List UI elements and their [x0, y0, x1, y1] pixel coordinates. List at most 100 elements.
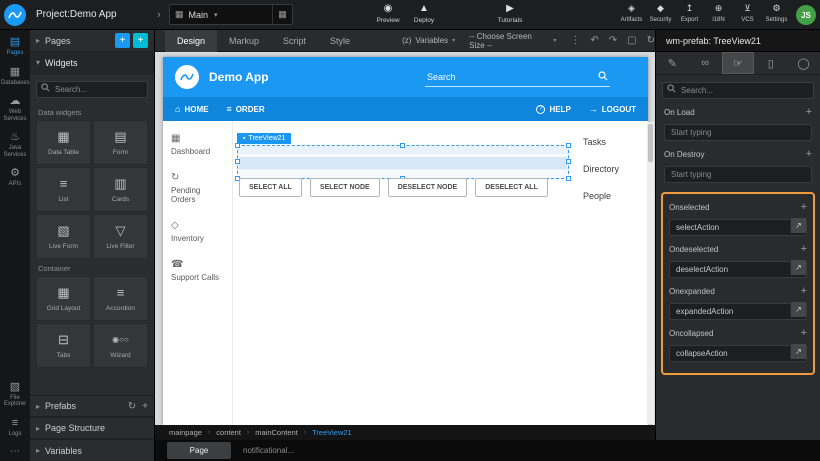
nav-help[interactable]: ? HELP — [536, 104, 570, 114]
sidebar-item-pages[interactable]: ▤ Pages — [0, 36, 30, 57]
widget-search-input[interactable] — [36, 81, 148, 98]
settings-button[interactable]: ⚙ Settings — [763, 2, 790, 23]
vcs-button[interactable]: ⊻ VCS — [734, 2, 761, 23]
pages-grid-icon[interactable]: ▦ — [272, 5, 292, 24]
nav-order[interactable]: ≡ ORDER — [226, 104, 264, 114]
widget-tile-grid-layout[interactable]: ▦ Grid Layout — [36, 276, 91, 321]
select-all-button[interactable]: SELECT ALL — [239, 178, 302, 197]
resize-handle[interactable] — [566, 143, 571, 148]
security-button[interactable]: ◆ Security — [647, 2, 674, 23]
widget-tile-form[interactable]: ▤ Form — [93, 120, 148, 165]
breadcrumb-content[interactable]: content — [216, 428, 241, 437]
app-search-input[interactable] — [425, 69, 610, 87]
tab-styles[interactable]: ✎ — [656, 52, 689, 74]
open-action-dialog-icon[interactable]: ↗ — [790, 260, 806, 275]
link-tasks[interactable]: Tasks — [583, 137, 619, 147]
deploy-button[interactable]: ▲ Deploy — [404, 2, 444, 24]
more-options-icon[interactable]: ⋯ — [10, 446, 20, 457]
selected-widget-tag[interactable]: ▪ TreeView21 — [237, 133, 291, 144]
resize-handle[interactable] — [235, 159, 240, 164]
sidebar-item-logs[interactable]: ≡ Logs — [0, 417, 30, 438]
add-ondeselected-action-icon[interactable]: + — [801, 243, 807, 255]
ondeselected-action-input[interactable] — [669, 261, 807, 278]
widget-tile-live-form[interactable]: ▧ Live Form — [36, 214, 91, 259]
undo-icon[interactable]: ↶ — [590, 35, 598, 46]
tutorials-button[interactable]: ▶ Tutorials — [490, 2, 530, 24]
tab-devices[interactable]: ▯ — [754, 52, 787, 74]
deselect-node-button[interactable]: DESELECT NODE — [388, 178, 468, 197]
i18n-button[interactable]: ⊕ i18N — [705, 2, 732, 23]
nav-home[interactable]: ⌂ HOME — [175, 104, 208, 114]
onselected-action-input[interactable] — [669, 219, 807, 236]
widget-tile-cards[interactable]: ▥ Cards — [93, 167, 148, 212]
search-icon[interactable] — [598, 71, 608, 81]
events-search-input[interactable] — [662, 82, 814, 99]
sidebar-item-apis[interactable]: ⚙ APIs — [0, 167, 30, 188]
oncollapsed-action-input[interactable] — [669, 345, 807, 362]
onload-action-input[interactable] — [664, 124, 812, 141]
tab-bindings[interactable]: ∞ — [689, 52, 722, 74]
open-action-dialog-icon[interactable]: ↗ — [790, 302, 806, 317]
device-preview-icon[interactable]: ▢ — [627, 35, 636, 46]
breadcrumb-mainpage[interactable]: mainpage — [169, 428, 202, 437]
refresh-canvas-icon[interactable]: ↻ — [647, 35, 655, 46]
tab-events[interactable]: ☞ — [722, 52, 755, 74]
sidebar-item-web-services[interactable]: ☁ Web Services — [0, 95, 30, 122]
ondestroy-action-input[interactable] — [664, 166, 812, 183]
resize-handle[interactable] — [566, 159, 571, 164]
widget-tile-wizard[interactable]: ◉○○ Wizard — [93, 323, 148, 368]
add-partial-button[interactable]: + — [133, 33, 148, 48]
sidebar-item-java-services[interactable]: ♨ Java Services — [0, 131, 30, 158]
screen-size-dropdown[interactable]: -- Choose Screen Size -- ▾ — [469, 32, 556, 50]
resize-handle[interactable] — [400, 143, 405, 148]
sidebar-item-databases[interactable]: ▦ Databases — [0, 66, 30, 87]
scrollbar-thumb[interactable] — [648, 124, 653, 162]
prefabs-section-header[interactable]: ▸ Prefabs ↻ + — [30, 395, 154, 417]
link-directory[interactable]: Directory — [583, 164, 619, 174]
open-action-dialog-icon[interactable]: ↗ — [790, 218, 806, 233]
wavemaker-logo[interactable] — [4, 4, 26, 26]
link-people[interactable]: People — [583, 191, 619, 201]
pages-section-header[interactable]: ▸ Pages + + — [30, 30, 154, 52]
variables-dropdown[interactable]: (z) Variables ▾ — [402, 36, 455, 45]
deselect-all-button[interactable]: DESELECT ALL — [475, 178, 548, 197]
add-prefab-icon[interactable]: + — [142, 401, 148, 412]
artifacts-button[interactable]: ◈ Artifacts — [618, 2, 645, 23]
export-button[interactable]: ↥ Export — [676, 2, 703, 23]
nav-logout[interactable]: → LOGOUT — [589, 104, 636, 114]
add-oncollapsed-action-icon[interactable]: + — [801, 327, 807, 339]
widget-tile-data-table[interactable]: ▦ Data Table — [36, 120, 91, 165]
tab-design[interactable]: Design — [165, 30, 217, 52]
more-vertical-icon[interactable]: ⋮ — [570, 35, 580, 46]
canvas-scrollbar[interactable] — [647, 122, 654, 424]
widget-tile-list[interactable]: ≡ List — [36, 167, 91, 212]
page-structure-section-header[interactable]: ▸ Page Structure — [30, 417, 154, 439]
treeview-widget[interactable] — [237, 145, 569, 179]
page-selector[interactable]: ▦ Main ▾ ▦ — [169, 4, 293, 25]
menu-item-support-calls[interactable]: ☎ Support Calls — [171, 259, 224, 282]
variables-section-header[interactable]: ▸ Variables — [30, 439, 154, 461]
refresh-prefabs-icon[interactable]: ↻ — [128, 401, 136, 412]
breadcrumb-maincontent[interactable]: mainContent — [255, 428, 298, 437]
tab-markup[interactable]: Markup — [217, 30, 271, 52]
page-tab[interactable]: Page — [167, 442, 231, 459]
tab-states[interactable]: ◯ — [787, 52, 820, 74]
redo-icon[interactable]: ↷ — [609, 35, 617, 46]
breadcrumb-treeview21[interactable]: TreeView21 — [312, 428, 352, 437]
treeview-widget-selection[interactable]: ▪ TreeView21 — [237, 127, 569, 179]
widgets-section-header[interactable]: ▾ Widgets — [30, 52, 154, 74]
tab-script[interactable]: Script — [271, 30, 318, 52]
resize-handle[interactable] — [566, 176, 571, 181]
onexpanded-action-input[interactable] — [669, 303, 807, 320]
resize-handle[interactable] — [235, 143, 240, 148]
menu-item-inventory[interactable]: ◇ Inventory — [171, 220, 224, 243]
widget-tile-live-filter[interactable]: ▽ Live Filter — [93, 214, 148, 259]
open-action-dialog-icon[interactable]: ↗ — [790, 344, 806, 359]
add-onselected-action-icon[interactable]: + — [801, 201, 807, 213]
add-onexpanded-action-icon[interactable]: + — [801, 285, 807, 297]
menu-item-dashboard[interactable]: ▦ Dashboard — [171, 133, 224, 156]
add-page-button[interactable]: + — [115, 33, 130, 48]
sidebar-item-file-explorer[interactable]: ▧ File Explorer — [0, 381, 30, 408]
select-node-button[interactable]: SELECT NODE — [310, 178, 380, 197]
add-onload-action-icon[interactable]: + — [806, 106, 812, 118]
